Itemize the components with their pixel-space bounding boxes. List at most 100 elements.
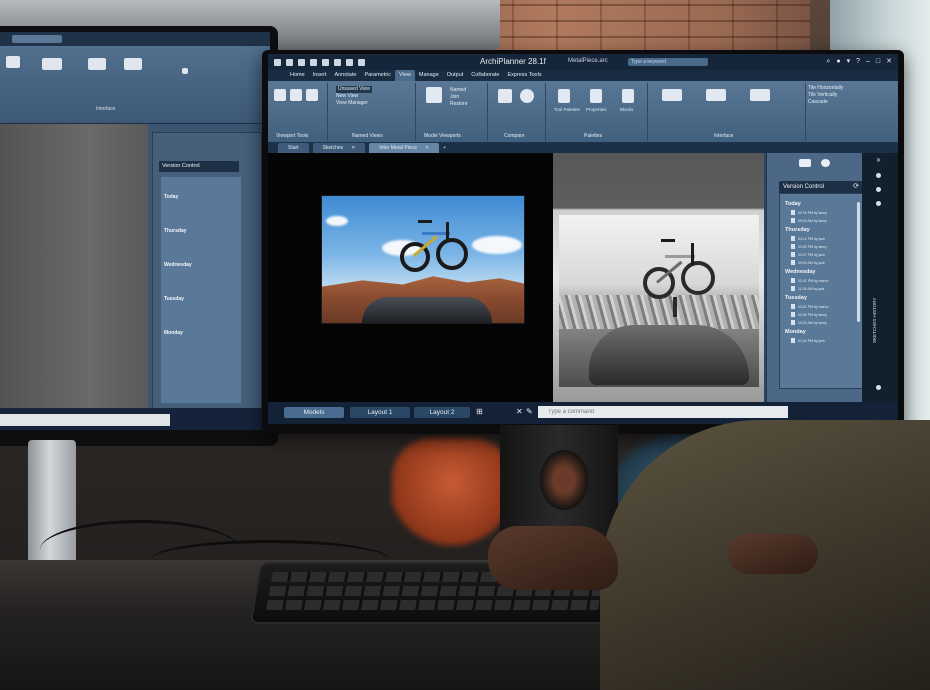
view-manager-item[interactable]: View Manager (336, 100, 372, 107)
close-icon[interactable]: ✕ (516, 406, 523, 418)
version-entry[interactable]: 02:27 PM by jack (791, 251, 859, 258)
version-control-list: Today 02:15 PM by lanny 09:04 AM by lann… (779, 193, 863, 389)
settings-icon[interactable] (876, 187, 881, 192)
menu-home[interactable]: Home (286, 70, 309, 81)
layers-icon[interactable] (799, 159, 811, 167)
version-entry[interactable]: 11:24 AM by jack (791, 285, 859, 292)
close-icon[interactable]: ✕ (425, 145, 429, 151)
maximize-icon[interactable]: □ (876, 57, 880, 67)
tab-models[interactable]: Models (284, 407, 344, 418)
version-entry[interactable]: 02:15 PM by lanny (791, 209, 859, 216)
minimize-icon[interactable]: – (866, 57, 870, 67)
gear-icon[interactable] (182, 68, 188, 74)
render-viewport[interactable] (553, 153, 764, 402)
menu-parametric[interactable]: Parametric (360, 70, 395, 81)
left-ribbon-button[interactable] (6, 56, 20, 68)
version-entry[interactable]: 02:41 PM by marno (791, 277, 859, 284)
file-icon (791, 218, 795, 223)
save-icon[interactable] (310, 58, 317, 66)
pin-icon[interactable] (876, 173, 881, 178)
reference-viewport[interactable] (268, 153, 553, 402)
compare-clock-button[interactable] (520, 89, 534, 103)
tile-vertically-item[interactable]: Tile Vertically (808, 92, 843, 99)
user-icon[interactable]: ● (836, 57, 840, 67)
history-icon[interactable] (876, 385, 881, 390)
version-entry[interactable]: 03:22 PM by marno (791, 303, 859, 310)
named-viewport-item[interactable]: Named (450, 87, 468, 94)
undo-icon[interactable] (346, 58, 353, 66)
menu-insert[interactable]: Insert (309, 70, 331, 81)
menu-annotate[interactable]: Annotate (330, 70, 360, 81)
join-viewport-item[interactable]: Join (450, 94, 468, 101)
file-icon (791, 236, 795, 241)
ribbon-group-label: Model Viewports (424, 133, 461, 139)
close-icon[interactable]: ✕ (886, 57, 892, 67)
version-list-scrollbar[interactable] (857, 202, 860, 322)
properties-button[interactable] (590, 89, 602, 103)
menu-express-tools[interactable]: Express Tools (503, 70, 545, 81)
wrench-icon[interactable]: ✎ (526, 406, 533, 418)
version-entry[interactable]: 10:02 AM by lanny (791, 319, 859, 326)
right-view-button[interactable] (306, 89, 318, 101)
switch-windows-button[interactable] (662, 89, 682, 101)
version-entry[interactable]: 01:04 PM by jack (791, 337, 859, 344)
compare-button[interactable] (498, 89, 512, 103)
open-file-icon[interactable] (298, 58, 305, 66)
help-icon[interactable]: ? (856, 57, 860, 67)
left-view-button[interactable] (274, 89, 286, 101)
new-view-item[interactable]: New View (336, 93, 372, 100)
file-icon (791, 260, 795, 265)
tab-start[interactable]: Start (278, 143, 309, 153)
user-icon[interactable] (821, 159, 830, 167)
left-ribbon-button[interactable] (88, 58, 106, 70)
file-icon (791, 338, 795, 343)
unsaved-view-item[interactable]: Unsaved View (336, 86, 372, 93)
left-search-input[interactable] (12, 35, 62, 43)
refresh-icon[interactable]: ⟳ (853, 181, 859, 193)
cascade-item[interactable]: Cascade (808, 99, 843, 106)
top-view-button[interactable] (290, 89, 302, 101)
photo-bicycle (400, 218, 470, 288)
restore-viewport-item[interactable]: Restore (450, 101, 468, 108)
cart-icon[interactable]: ▾ (847, 57, 851, 67)
tool-palettes-button[interactable] (558, 89, 570, 103)
version-entry[interactable]: 02:09 PM by lanny (791, 311, 859, 318)
menu-view[interactable]: View (395, 70, 415, 81)
print-icon[interactable] (334, 58, 341, 66)
photo-cloud (326, 216, 348, 226)
menu-manage[interactable]: Manage (415, 70, 443, 81)
app-logo-icon[interactable] (274, 58, 281, 66)
tile-horizontally-item[interactable]: Tile Horizontally (808, 85, 843, 92)
version-entry[interactable]: 04:12 PM by jack (791, 235, 859, 242)
save-as-icon[interactable] (322, 58, 329, 66)
menu-output[interactable]: Output (443, 70, 468, 81)
left-ribbon-button[interactable] (42, 58, 62, 70)
left-viewport[interactable] (0, 124, 148, 408)
version-entry[interactable]: 03:00 PM by lanny (791, 243, 859, 250)
command-input[interactable] (538, 406, 788, 418)
version-entry[interactable]: 09:04 AM by lanny (791, 217, 859, 224)
redo-icon[interactable] (358, 58, 365, 66)
tab-layout-1[interactable]: Layout 1 (350, 407, 410, 418)
blocks-button[interactable] (622, 89, 634, 103)
new-file-icon[interactable] (286, 58, 293, 66)
file-icon (791, 312, 795, 317)
file-tabs-button[interactable] (706, 89, 726, 101)
properties-icon[interactable] (876, 201, 881, 206)
tab-layout-2[interactable]: Layout 2 (414, 407, 470, 418)
version-day-heading: Today (785, 201, 801, 207)
menu-collaborate[interactable]: Collaborate (467, 70, 503, 81)
close-icon[interactable]: ✕ (351, 145, 355, 151)
left-command-input[interactable] (0, 414, 170, 426)
version-entry[interactable]: 09:00 AM by jack (791, 259, 859, 266)
tab-sketches[interactable]: Sketches ✕ (312, 143, 366, 153)
tab-inter-metal-piece[interactable]: Inter Metal Piece ✕ (369, 143, 440, 153)
close-icon[interactable]: ✕ (876, 157, 881, 164)
left-ribbon-button[interactable] (124, 58, 142, 70)
viewport-config-button[interactable] (426, 87, 442, 103)
search-icon[interactable]: ⌕ (826, 57, 830, 67)
layout-tabs-button[interactable] (750, 89, 770, 101)
keyword-search-input[interactable]: Type a keyword (628, 58, 708, 66)
new-tab-icon[interactable]: + (443, 143, 446, 153)
add-layout-icon[interactable]: ⊞ (476, 406, 483, 418)
